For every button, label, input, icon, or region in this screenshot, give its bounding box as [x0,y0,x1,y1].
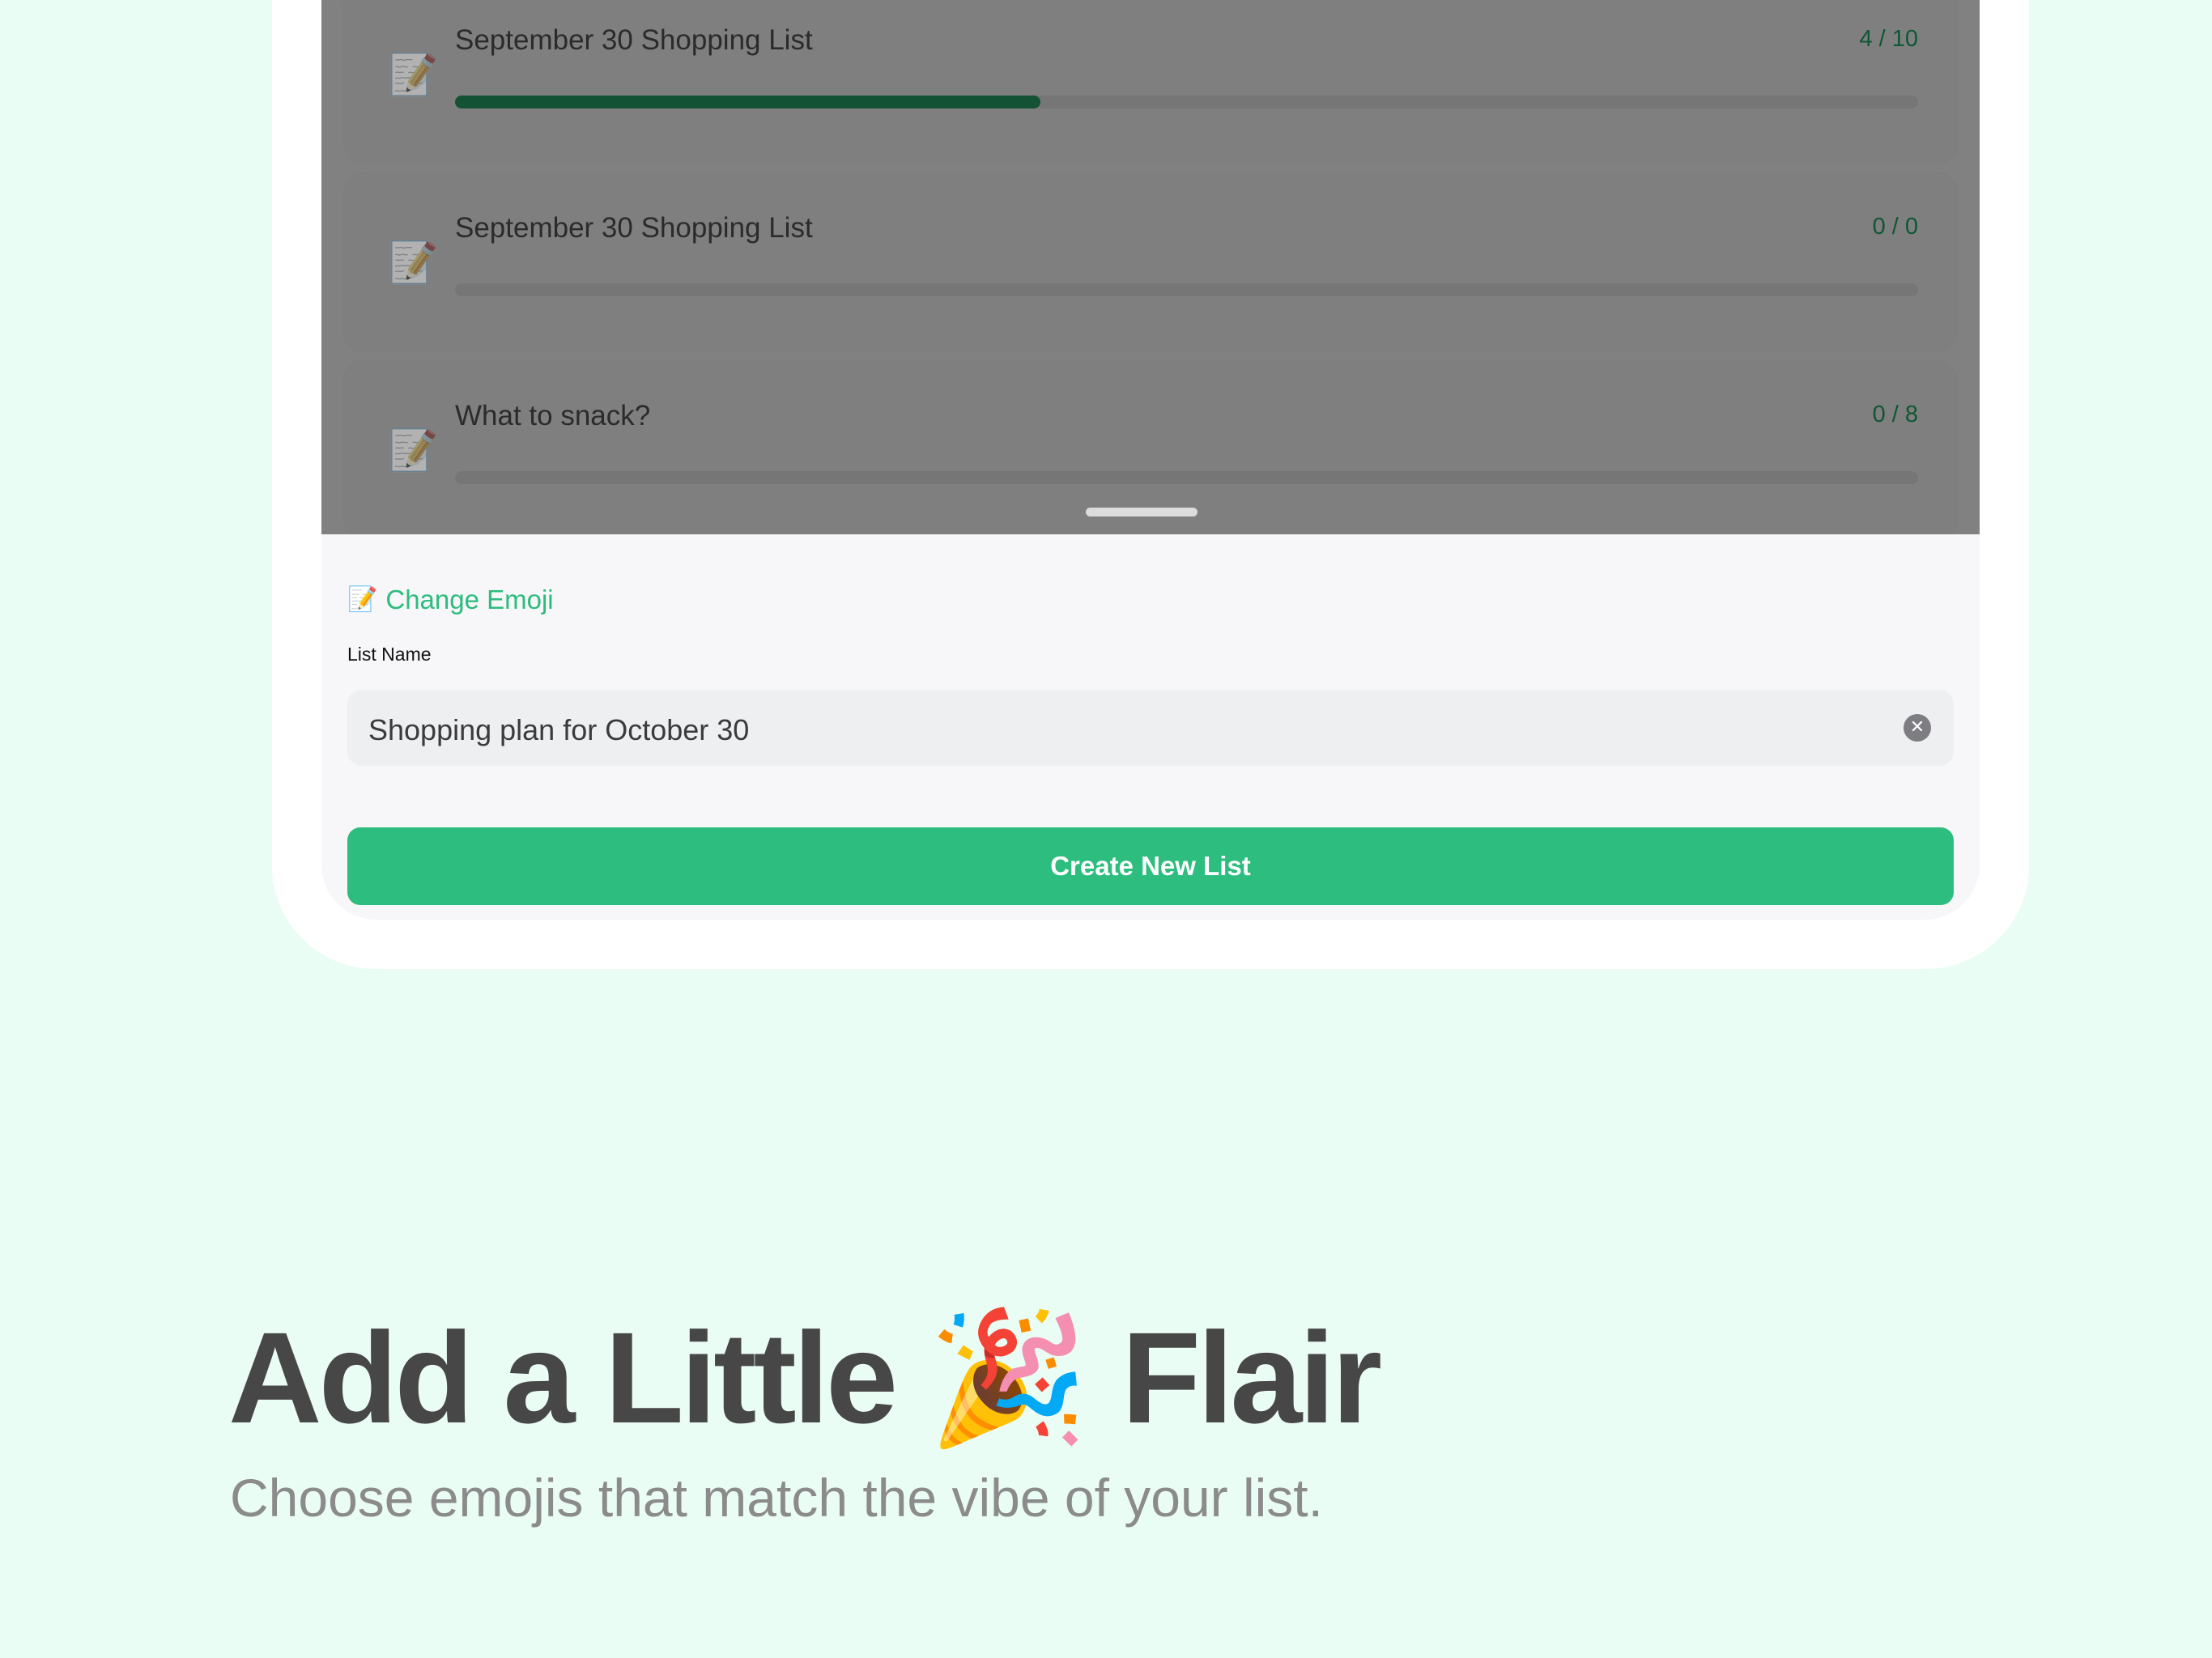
list-title: September 30 Shopping List [455,24,813,56]
change-emoji-button[interactable]: 📝 Change Emoji [347,585,554,615]
app-screen: 📝 September 30 Shopping List 4 / 10 📝 Se… [321,0,1980,920]
list-title: September 30 Shopping List [455,212,813,244]
list-item-count: 0 / 8 [1872,402,1918,427]
memo-icon: 📝 [388,239,439,286]
create-new-list-button[interactable]: Create New List [347,827,1954,905]
list-title: What to snack? [455,400,651,432]
list-name-value[interactable]: Shopping plan for October 30 [368,690,749,766]
subheadline: Choose emojis that match the vibe of you… [230,1468,1323,1528]
progress-track [455,283,1918,296]
list-name-input[interactable]: Shopping plan for October 30 ✕ [347,690,1954,766]
memo-icon: 📝 [347,585,378,614]
change-emoji-label: Change Emoji [385,585,554,614]
progress-track [455,96,1918,108]
progress-track [455,471,1918,484]
dimmed-list-background[interactable]: 📝 September 30 Shopping List 4 / 10 📝 Se… [321,0,1980,539]
device-frame: 📝 September 30 Shopping List 4 / 10 📝 Se… [272,0,2029,969]
list-name-label: List Name [347,644,432,665]
page: 📝 September 30 Shopping List 4 / 10 📝 Se… [0,0,2212,1658]
new-list-sheet: 📝 Change Emoji List Name Shopping plan f… [321,534,1980,920]
memo-icon: 📝 [388,427,439,474]
progress-fill [455,96,1040,108]
party-popper-icon: 🎉 [927,1302,1089,1453]
list-item-count: 0 / 0 [1872,214,1918,240]
list-card[interactable]: 📝 September 30 Shopping List 4 / 10 [344,0,1957,164]
list-item-count: 4 / 10 [1859,26,1918,52]
clear-icon[interactable]: ✕ [1904,714,1931,742]
headline: Add a Little 🎉 Flair [228,1302,1382,1453]
headline-text-start: Add a Little [228,1305,898,1450]
list-card[interactable]: 📝 September 30 Shopping List 0 / 0 [344,173,1957,351]
memo-icon: 📝 [388,51,439,98]
sheet-grabber[interactable] [1086,508,1197,517]
headline-text-end: Flair [1121,1305,1382,1450]
